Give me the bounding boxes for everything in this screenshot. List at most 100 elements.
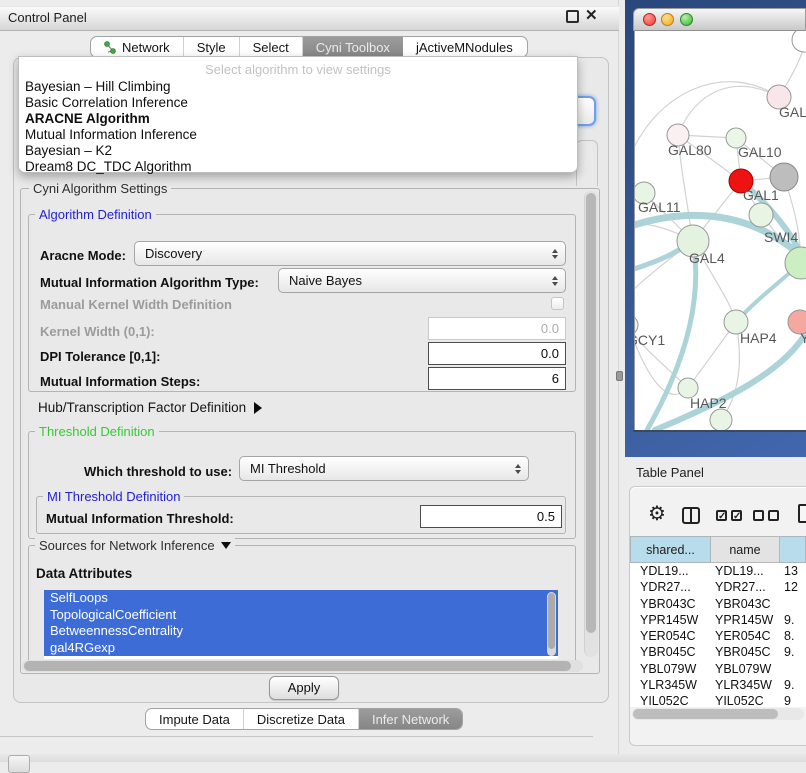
gear-icon[interactable]: ⚙ bbox=[648, 504, 666, 524]
aracne-mode-select[interactable]: Discovery bbox=[134, 241, 566, 266]
tab-label: Infer Network bbox=[372, 712, 449, 727]
dropdown-item[interactable]: ARACNE Algorithm bbox=[23, 111, 573, 127]
bottom-tab-discretize-data[interactable]: Discretize Data bbox=[244, 709, 359, 729]
close-icon[interactable]: ✕ bbox=[585, 6, 598, 24]
table-cell: YDL19... bbox=[711, 563, 780, 579]
apply-button[interactable]: Apply bbox=[269, 676, 339, 700]
table-cell: YDR27... bbox=[711, 579, 780, 595]
dropdown-item[interactable]: Bayesian – K2 bbox=[23, 143, 573, 159]
network-icon bbox=[104, 41, 117, 54]
dropdown-item[interactable]: Basic Correlation Inference bbox=[23, 95, 573, 111]
tab-label: jActiveMNodules bbox=[416, 40, 513, 55]
dropdown-item[interactable]: Dream8 DC_TDC Algorithm bbox=[23, 159, 573, 175]
table-cell: 13 bbox=[780, 563, 806, 579]
control-panel: Control Panel ✕ NetworkStyle Select Cyni T… bbox=[0, 0, 619, 762]
mi-algorithm-type-value: Naive Bayes bbox=[279, 273, 545, 288]
tab-jactivemnodules[interactable]: jActiveMNodules bbox=[403, 37, 526, 57]
mi-threshold-field[interactable]: 0.5 bbox=[420, 505, 562, 528]
table-cell: YLR345W bbox=[630, 677, 711, 693]
column-header[interactable] bbox=[780, 536, 806, 563]
table-row[interactable]: YER054CYER054C8. bbox=[630, 628, 806, 644]
minimize-traffic-light[interactable] bbox=[661, 13, 674, 26]
table-cell: 12 bbox=[780, 579, 806, 595]
network-window-titlebar[interactable] bbox=[633, 8, 806, 31]
table-row[interactable]: YDR27...YDR27...12 bbox=[630, 579, 806, 595]
settings-vscrollbar-thumb[interactable] bbox=[586, 193, 596, 633]
table-row[interactable]: YBR045CYBR045C9. bbox=[630, 644, 806, 660]
table-cell: 9. bbox=[780, 677, 806, 693]
aracne-mode-value: Discovery bbox=[135, 246, 545, 261]
tab-cyni-toolbox[interactable]: Cyni Toolbox bbox=[303, 37, 403, 57]
chevron-updown-icon bbox=[545, 269, 565, 292]
table-cell: YER054C bbox=[711, 628, 780, 644]
table-row[interactable]: YPR145WYPR145W9. bbox=[630, 612, 806, 628]
close-traffic-light[interactable] bbox=[643, 13, 656, 26]
network-edge[interactable] bbox=[678, 86, 779, 135]
float-window-icon[interactable] bbox=[566, 10, 579, 23]
dpi-tolerance-label: DPI Tolerance [0,1]: bbox=[40, 349, 160, 364]
table-cell: 9. bbox=[780, 612, 806, 628]
network-node[interactable] bbox=[710, 409, 732, 430]
attribute-item[interactable]: SelfLoops bbox=[44, 590, 558, 607]
aracne-mode-label: Aracne Mode: bbox=[40, 248, 126, 263]
attribute-item[interactable]: gal4RGexp bbox=[44, 640, 558, 657]
node-label: GCY1 bbox=[635, 332, 665, 348]
network-canvas[interactable]: GALGAL80GAL10GAL1GAL11SWI4GAL4GCY1HAP4YH… bbox=[634, 31, 806, 430]
mi-algorithm-type-select[interactable]: Naive Bayes bbox=[278, 268, 566, 293]
column-header[interactable]: shared... bbox=[630, 536, 711, 563]
control-panel-title: Control Panel bbox=[8, 10, 87, 25]
dropdown-item[interactable]: Mutual Information Inference bbox=[23, 127, 573, 143]
which-threshold-select[interactable]: MI Threshold bbox=[239, 456, 529, 481]
unchecked-box-icon[interactable] bbox=[753, 510, 764, 521]
hub-tf-definition-toggle[interactable]: Hub/Transcription Factor Definition bbox=[38, 400, 262, 415]
table-row[interactable]: YDL19...YDL19...13 bbox=[630, 563, 806, 579]
mi-threshold-definition-title: MI Threshold Definition bbox=[43, 489, 184, 504]
attribute-item[interactable]: TopologicalCoefficient bbox=[44, 607, 558, 624]
chevron-updown-icon bbox=[545, 242, 565, 265]
document-icon[interactable] bbox=[798, 504, 806, 523]
dpi-tolerance-field[interactable]: 0.0 bbox=[428, 342, 566, 365]
network-node[interactable] bbox=[792, 31, 806, 52]
table-row[interactable]: YLR345WYLR345W9. bbox=[630, 677, 806, 693]
minimized-window-icon[interactable] bbox=[8, 755, 30, 773]
table-cell: YBL079W bbox=[630, 661, 711, 677]
table-row[interactable]: YIL052CYIL052C9 bbox=[630, 693, 806, 707]
which-threshold-label: Which threshold to use: bbox=[84, 464, 232, 479]
table-row[interactable]: YBR043CYBR043C bbox=[630, 596, 806, 612]
table-hscrollbar-thumb[interactable] bbox=[633, 709, 778, 719]
panel-divider-grip[interactable] bbox=[616, 371, 623, 381]
sources-title-toggle[interactable]: Sources for Network Inference bbox=[35, 538, 235, 553]
kernel-width-field[interactable]: 0.0 bbox=[428, 317, 566, 340]
table-cell: YPR145W bbox=[630, 612, 711, 628]
unchecked-box-icon[interactable] bbox=[768, 510, 779, 521]
node-label: SWI4 bbox=[764, 229, 798, 245]
split-view-icon[interactable] bbox=[682, 507, 700, 524]
network-canvas-edge bbox=[633, 430, 806, 432]
tab-network[interactable]: Network bbox=[91, 37, 184, 57]
control-panel-tabbar: NetworkStyle Select Cyni Toolbox jActiveMNo… bbox=[90, 36, 528, 58]
checked-box-icon[interactable]: ✓ bbox=[716, 510, 727, 521]
dropdown-item[interactable]: Bayesian – Hill Climbing bbox=[23, 79, 573, 95]
bottom-tab-infer-network[interactable]: Infer Network bbox=[359, 709, 462, 729]
sources-title: Sources for Network Inference bbox=[39, 538, 215, 553]
bottom-band bbox=[0, 754, 806, 762]
manual-kernel-width-checkbox[interactable] bbox=[551, 297, 564, 310]
background-groupbox-edge bbox=[576, 140, 598, 186]
bottom-tab-impute-data[interactable]: Impute Data bbox=[146, 709, 244, 729]
settings-hscrollbar-thumb[interactable] bbox=[24, 661, 571, 671]
node-label: GAL80 bbox=[668, 142, 712, 158]
data-attributes-label: Data Attributes bbox=[36, 566, 132, 581]
column-header[interactable]: name bbox=[711, 536, 780, 563]
attributes-scrollbar-thumb[interactable] bbox=[548, 593, 555, 649]
table-row[interactable]: YBL079WYBL079W bbox=[630, 661, 806, 677]
checked-box-icon[interactable]: ✓ bbox=[731, 510, 742, 521]
attribute-item[interactable]: BetweennessCentrality bbox=[44, 623, 558, 640]
cyni-algorithm-settings-title: Cyni Algorithm Settings bbox=[29, 181, 171, 196]
mi-steps-field[interactable]: 6 bbox=[428, 367, 566, 390]
tab-label: Select bbox=[253, 40, 289, 55]
table-cell: YER054C bbox=[630, 628, 711, 644]
tab-select[interactable]: Select bbox=[240, 37, 303, 57]
network-node[interactable] bbox=[749, 203, 773, 227]
zoom-traffic-light[interactable] bbox=[680, 13, 693, 26]
tab-style[interactable]: Style bbox=[184, 37, 240, 57]
